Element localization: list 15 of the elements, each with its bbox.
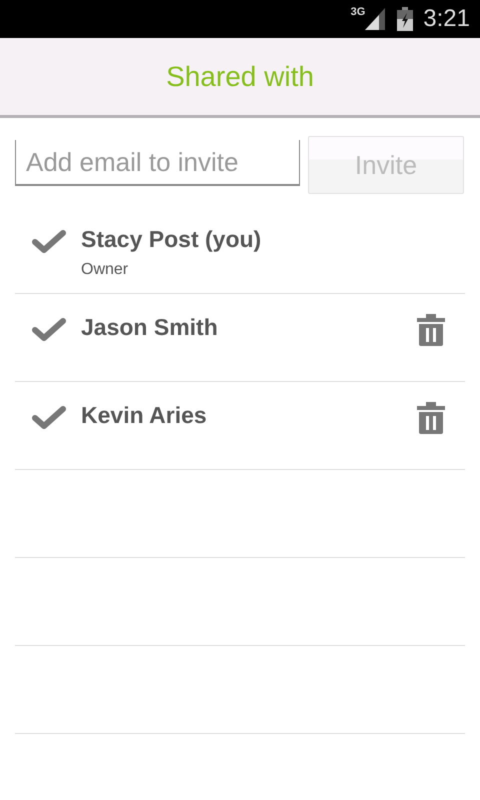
person-name: Stacy Post (you) xyxy=(81,226,262,253)
trash-icon[interactable] xyxy=(417,402,445,434)
screen-title: Shared with xyxy=(166,60,314,92)
network-type: 3G xyxy=(350,6,366,18)
battery-icon xyxy=(397,7,414,31)
check-icon xyxy=(32,230,66,254)
person-name: Kevin Aries xyxy=(81,402,208,429)
trash-icon[interactable] xyxy=(417,314,445,346)
person-name: Jason Smith xyxy=(81,314,219,341)
person-role: Owner xyxy=(81,261,130,279)
email-field[interactable]: Add email to invite xyxy=(15,140,300,186)
clock: 3:21 xyxy=(423,5,470,33)
check-icon xyxy=(32,406,66,430)
signal-icon xyxy=(365,8,386,30)
check-icon xyxy=(32,318,66,342)
